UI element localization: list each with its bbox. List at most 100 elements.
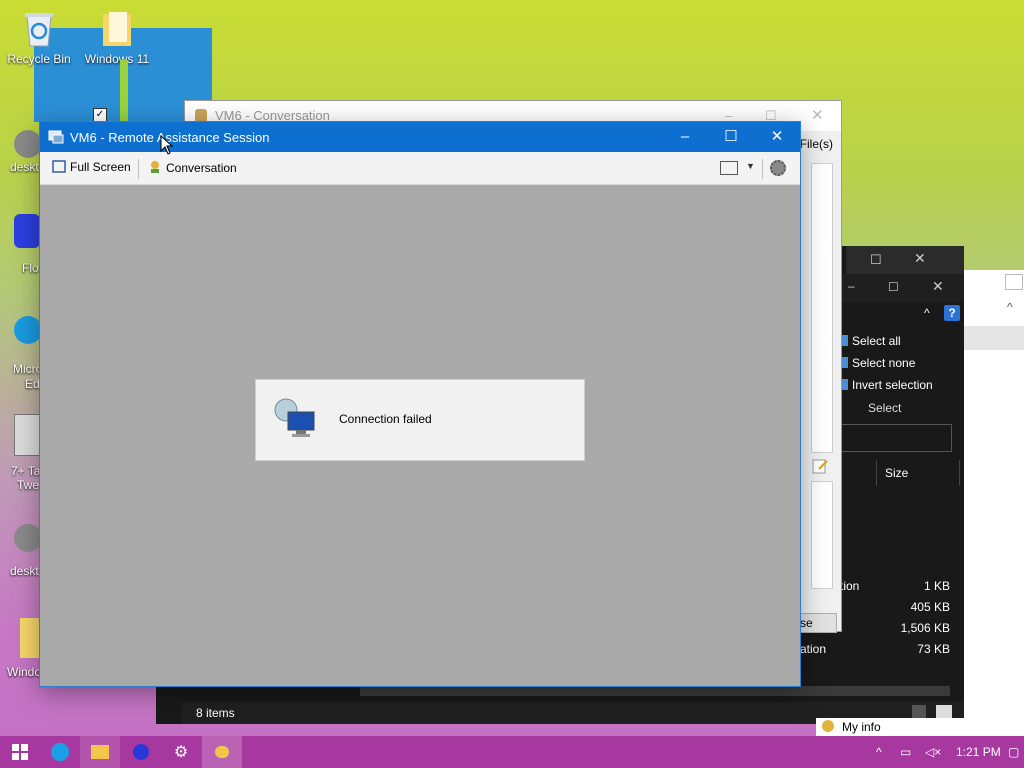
settings-icon[interactable] (770, 160, 786, 176)
remote-assistance-window[interactable]: VM6 - Remote Assistance Session – ☐ ✕ Fu… (39, 121, 801, 687)
select-none-button[interactable]: Select none (842, 356, 915, 370)
column-header-size[interactable]: Size (876, 460, 960, 486)
files-tab[interactable]: File(s) (800, 137, 833, 151)
conversation-label: Conversation (166, 161, 237, 175)
mouse-cursor-icon (160, 135, 174, 155)
explorer-titlebar-2: – ☐ ✕ (840, 274, 964, 302)
floorp-icon (133, 744, 149, 760)
chevron-up-icon[interactable]: ^ (1007, 300, 1013, 314)
remote-assistance-icon (48, 130, 64, 144)
item-count: 8 items (196, 706, 235, 720)
details-view-icon[interactable] (912, 705, 926, 719)
maximize-button[interactable]: ☐ (708, 122, 754, 152)
volume-muted-icon[interactable]: ◁× (925, 736, 941, 768)
desktop-icon-label: Windo (7, 665, 42, 679)
taskbar-file-explorer[interactable] (80, 736, 120, 768)
desktop-icon-label: Flo (22, 261, 39, 275)
edge-icon (14, 316, 42, 344)
desktop-icon-label: Recycle Bin (7, 52, 71, 66)
desktop-icon-label: Micro (13, 362, 43, 376)
chevron-down-icon[interactable]: ▼ (746, 161, 755, 171)
close-icon[interactable]: ✕ (811, 101, 824, 131)
user-icon (822, 720, 834, 732)
search-input[interactable] (836, 424, 952, 452)
toolbar-divider (138, 159, 139, 179)
network-computer-icon (274, 398, 315, 437)
conversation-icon (151, 161, 159, 173)
minimize-icon: – (680, 128, 690, 145)
gear-icon: ⚙ (173, 744, 189, 761)
taskbar-floorp[interactable] (121, 736, 161, 768)
maximize-icon (1005, 274, 1023, 290)
folder-icon (103, 12, 131, 46)
taskbar: ⚙ ^ ▭ ◁× 1:21 PM ▢ (0, 736, 1024, 768)
collapse-ribbon-icon[interactable]: ^ (924, 306, 930, 320)
minimize-icon[interactable]: – (848, 279, 855, 293)
full-screen-label: Full Screen (70, 160, 131, 174)
tiles-view-icon[interactable] (936, 705, 952, 719)
explorer-titlebar: ☐ ✕ (846, 246, 964, 274)
ra-toolbar: Full Screen Conversation ▼ (40, 152, 800, 185)
my-info-label: My info (842, 720, 881, 734)
desktop-icon-label: Ed (25, 377, 40, 391)
maximize-icon[interactable]: ☐ (870, 252, 882, 268)
vertical-scrollbar[interactable] (811, 481, 833, 589)
gear-icon (14, 130, 42, 158)
connection-status-dialog: Connection failed (255, 379, 585, 461)
notifications-icon[interactable]: ▢ (1008, 736, 1019, 768)
close-icon: ✕ (770, 128, 784, 145)
taskbar-edge[interactable] (40, 736, 80, 768)
minimize-button[interactable]: – (662, 122, 708, 152)
close-button[interactable]: se (797, 613, 837, 633)
horizontal-scrollbar[interactable] (360, 686, 950, 696)
close-icon[interactable]: ✕ (914, 250, 926, 267)
vertical-scrollbar[interactable] (811, 163, 833, 453)
desktop-icon-recycle-bin[interactable]: Recycle Bin (3, 8, 75, 66)
windows-logo-icon (12, 744, 28, 760)
taskbar-remote-assistance[interactable] (202, 736, 242, 768)
recycle-bin-icon (25, 13, 53, 47)
my-info-bar[interactable]: My info (816, 718, 1024, 736)
full-screen-icon (52, 160, 66, 173)
desktop-icon-windows-11[interactable]: Windows 11 (81, 8, 153, 66)
file-size-cell: 1 KB (923, 579, 950, 593)
close-button[interactable]: ✕ (754, 122, 800, 152)
taskbar-settings[interactable]: ⚙ (161, 736, 201, 768)
file-size-cell: 73 KB (917, 642, 950, 656)
chevron-up-icon[interactable]: ^ (876, 736, 882, 768)
maximize-icon[interactable]: ☐ (888, 280, 899, 294)
file-name-cell[interactable]: tion (840, 579, 859, 593)
tweaker-icon (14, 414, 42, 456)
chat-bubble-icon (215, 746, 229, 758)
folder-icon (91, 745, 109, 759)
maximize-icon: ☐ (724, 128, 738, 145)
edge-icon (51, 743, 69, 761)
conversation-button[interactable]: Conversation (148, 160, 237, 175)
toolbar-divider (762, 159, 763, 179)
select-all-button[interactable]: Select all (842, 334, 901, 348)
network-icon[interactable]: ▭ (900, 736, 911, 768)
status-message: Connection failed (339, 412, 432, 426)
screen-scaling-icon[interactable] (720, 161, 738, 175)
clock[interactable]: 1:21 PM (956, 736, 1001, 768)
ribbon-group-label: Select (868, 401, 902, 415)
desktop-icon-label: 7+ Ta (11, 464, 41, 478)
start-button[interactable] (0, 736, 40, 768)
file-size-cell: 405 KB (910, 600, 950, 614)
desktop-icon-label: Windows 11 (84, 52, 150, 66)
desktop-icon-label: deskt (10, 160, 39, 174)
column-header-label: Size (885, 466, 909, 480)
help-icon[interactable]: ? (944, 305, 960, 321)
desktop-shape (120, 60, 128, 122)
desktop-icon-label: Twe (17, 478, 40, 492)
file-name-cell[interactable]: ation (800, 642, 826, 656)
desktop-icon-label: deskt (10, 564, 39, 578)
gear-icon (14, 524, 42, 552)
full-screen-button[interactable]: Full Screen (52, 160, 131, 174)
close-icon[interactable]: ✕ (932, 278, 944, 295)
invert-selection-button[interactable]: Invert selection (842, 378, 933, 392)
ra-titlebar[interactable]: VM6 - Remote Assistance Session – ☐ ✕ (40, 122, 800, 152)
floorp-icon (14, 214, 40, 248)
file-size-cell: 1,506 KB (900, 621, 950, 635)
edit-notes-icon[interactable] (811, 457, 829, 475)
